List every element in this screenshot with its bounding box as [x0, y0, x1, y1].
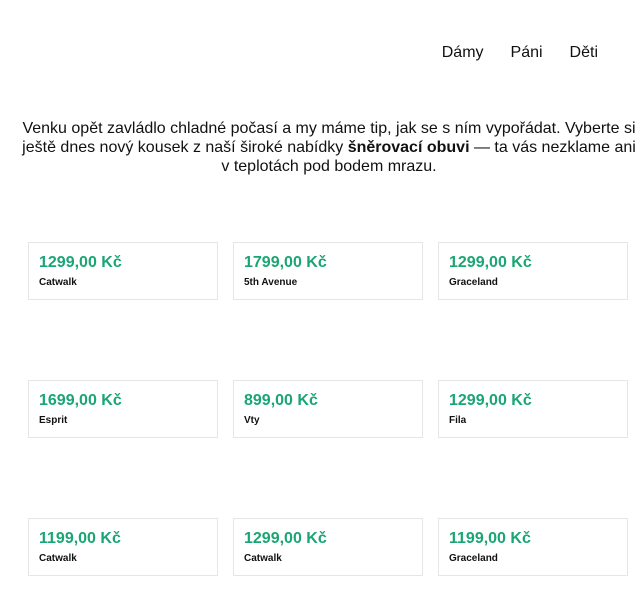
product-price: 1299,00 Kč: [244, 530, 327, 547]
nav-link-deti[interactable]: Děti: [570, 44, 598, 62]
product-brand: Catwalk: [39, 553, 77, 564]
product-brand: Esprit: [39, 415, 68, 426]
product-brand: Graceland: [449, 277, 498, 288]
product-card[interactable]: 1299,00 Kč Catwalk: [233, 518, 423, 576]
main-nav: Dámy Páni Děti: [442, 44, 598, 62]
product-card[interactable]: 1199,00 Kč Graceland: [438, 518, 628, 576]
product-card[interactable]: 1299,00 Kč Catwalk: [28, 242, 218, 300]
product-price: 899,00 Kč: [244, 392, 318, 409]
product-brand: 5th Avenue: [244, 277, 298, 288]
product-brand: Vty: [244, 415, 260, 426]
product-card[interactable]: 1699,00 Kč Esprit: [28, 380, 218, 438]
intro-highlight: šněrovací obuvi: [347, 139, 470, 156]
product-card[interactable]: 1299,00 Kč Graceland: [438, 242, 628, 300]
product-price: 1799,00 Kč: [244, 254, 327, 271]
nav-link-damy[interactable]: Dámy: [442, 44, 484, 62]
nav-link-pani[interactable]: Páni: [511, 44, 543, 62]
product-card[interactable]: 899,00 Kč Vty: [233, 380, 423, 438]
product-price: 1299,00 Kč: [449, 392, 532, 409]
intro-text: Venku opět zavládlo chladné počasí a my …: [18, 119, 640, 176]
product-brand: Catwalk: [39, 277, 77, 288]
product-price: 1299,00 Kč: [449, 254, 532, 271]
product-brand: Fila: [449, 415, 467, 426]
page: Dámy Páni Děti Venku opět zavládlo chlad…: [0, 0, 640, 600]
product-brand: Graceland: [449, 553, 498, 564]
product-price: 1699,00 Kč: [39, 392, 122, 409]
product-price: 1299,00 Kč: [39, 254, 122, 271]
product-card[interactable]: 1199,00 Kč Catwalk: [28, 518, 218, 576]
product-price: 1199,00 Kč: [39, 530, 121, 547]
product-card[interactable]: 1299,00 Kč Fila: [438, 380, 628, 438]
product-card[interactable]: 1799,00 Kč 5th Avenue: [233, 242, 423, 300]
product-brand: Catwalk: [244, 553, 282, 564]
product-price: 1199,00 Kč: [449, 530, 531, 547]
